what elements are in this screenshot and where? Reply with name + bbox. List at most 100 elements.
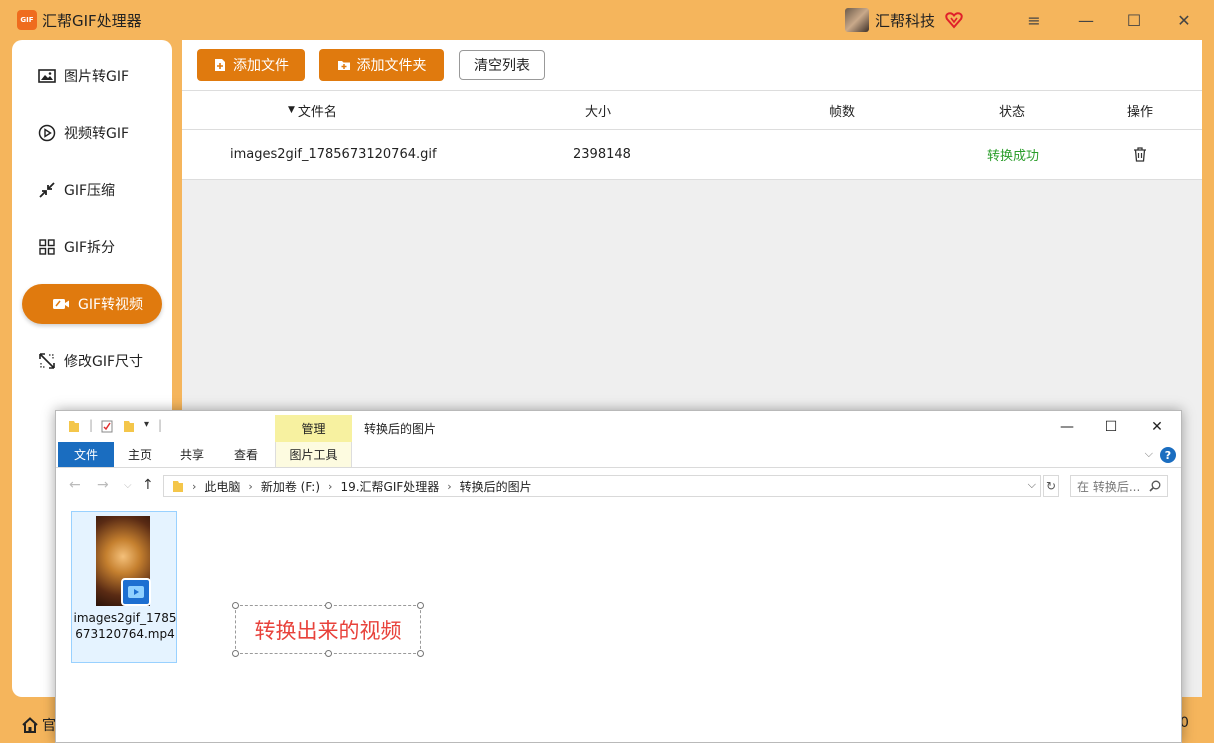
add-folder-label: 添加文件夹 [356, 58, 427, 74]
context-tab-group-manage: 管理 [275, 415, 352, 442]
sidebar-item-label: 修改GIF尺寸 [64, 354, 144, 370]
explorer-window: | ▾ | 管理 转换后的图片 — ☐ ✕ 文件 主页 共享 查看 图片工具 ⌵… [55, 410, 1182, 743]
properties-icon[interactable] [101, 420, 113, 433]
column-header-action: 操作 [1127, 104, 1154, 120]
grid-split-icon [39, 239, 55, 255]
toolbar: 添加文件 添加文件夹 清空列表 [182, 40, 1202, 90]
maximize-button[interactable]: ☐ [1122, 8, 1146, 32]
vip-heart-icon[interactable] [945, 11, 963, 29]
tab-picture-tools[interactable]: 图片工具 [275, 442, 352, 467]
folder-add-icon [337, 61, 350, 70]
minimize-button[interactable]: — [1074, 8, 1098, 32]
close-button[interactable]: ✕ [1172, 8, 1196, 32]
qa-separator: | [158, 418, 163, 432]
breadcrumb-separator: › [447, 479, 452, 493]
sidebar-item-gif-compress[interactable]: GIF压缩 [22, 170, 162, 210]
resize-handle[interactable] [325, 602, 332, 609]
breadcrumb-separator: › [248, 479, 253, 493]
search-input[interactable]: 在 转换后... [1070, 475, 1168, 497]
column-header-frames[interactable]: 帧数 [829, 91, 855, 129]
sidebar-item-image-to-gif[interactable]: 图片转GIF [22, 56, 162, 96]
help-icon[interactable]: ? [1160, 447, 1176, 463]
sidebar-item-video-to-gif[interactable]: 视频转GIF [22, 113, 162, 153]
app-logo: GIF [17, 10, 37, 30]
breadcrumb-item[interactable]: 新加卷 (F:) [261, 478, 320, 495]
address-dropdown-icon[interactable]: ⌵ [1028, 478, 1036, 492]
home-icon [22, 717, 38, 733]
play-circle-icon [38, 124, 56, 142]
column-header-name[interactable]: ▼ 文件名 [288, 91, 337, 129]
sidebar-item-gif-to-video[interactable]: GIF转视频 [22, 284, 162, 324]
column-name-label: 文件名 [297, 104, 337, 120]
sidebar-item-gif-split[interactable]: GIF拆分 [22, 227, 162, 267]
column-header-size[interactable]: 大小 [585, 91, 611, 129]
resize-handle[interactable] [417, 650, 424, 657]
column-header-status[interactable]: 状态 [999, 91, 1025, 129]
address-bar[interactable]: › 此电脑 › 新加卷 (F:) › 19.汇帮GIF处理器 › 转换后的图片 … [163, 475, 1041, 497]
annotation-textbox: 转换出来的视频 [232, 602, 424, 657]
new-folder-icon[interactable] [123, 420, 135, 433]
compress-icon [39, 182, 55, 198]
search-icon [1149, 480, 1161, 492]
explorer-minimize-button[interactable]: — [1057, 417, 1077, 437]
sidebar-item-label: 视频转GIF [64, 126, 130, 142]
sidebar-item-resize-gif[interactable]: 修改GIF尺寸 [22, 341, 162, 381]
sort-desc-icon: ▼ [288, 105, 295, 115]
video-player-icon [121, 578, 151, 606]
file-add-icon [215, 59, 225, 71]
resize-icon [39, 353, 55, 369]
recent-locations-icon[interactable]: ⌵ [124, 480, 132, 491]
app-titlebar: GIF 汇帮GIF处理器 汇帮科技 ≡ — ☐ ✕ [0, 0, 1214, 40]
resize-handle[interactable] [232, 650, 239, 657]
avatar[interactable] [845, 8, 869, 32]
file-size-cell: 2398148 [573, 147, 631, 162]
status-badge: 转换成功 [987, 149, 1040, 164]
user-name[interactable]: 汇帮科技 [875, 10, 935, 31]
video-icon [53, 299, 69, 309]
explorer-close-button[interactable]: ✕ [1147, 417, 1167, 437]
sidebar-item-label: GIF压缩 [64, 183, 116, 199]
tab-view[interactable]: 查看 [222, 442, 270, 467]
resize-handle[interactable] [232, 602, 239, 609]
up-arrow-icon[interactable]: ↑ [142, 477, 154, 493]
breadcrumb-item[interactable]: 转换后的图片 [460, 478, 532, 495]
tab-file[interactable]: 文件 [58, 442, 114, 467]
delete-button[interactable] [1133, 130, 1147, 179]
tab-home[interactable]: 主页 [116, 442, 164, 467]
file-name: images2gif_1785673120764.mp4 [73, 611, 177, 641]
forward-arrow-icon[interactable]: → [97, 477, 109, 493]
table-header: ▼ 文件名 大小 帧数 状态 操作 [182, 91, 1202, 130]
sidebar-item-label: GIF转视频 [78, 297, 144, 313]
resize-handle[interactable] [417, 602, 424, 609]
customize-qa-icon[interactable]: ▾ [144, 419, 149, 430]
expand-ribbon-icon[interactable]: ⌵ [1145, 447, 1153, 461]
back-arrow-icon[interactable]: ← [69, 477, 81, 493]
add-file-button[interactable]: 添加文件 [197, 49, 305, 81]
breadcrumb-item[interactable]: 此电脑 [204, 478, 240, 495]
clear-list-button[interactable]: 清空列表 [459, 50, 545, 80]
file-table: ▼ 文件名 大小 帧数 状态 操作 images2gif_178567312076… [182, 90, 1202, 180]
table-row[interactable]: images2gif_1785673120764.gif 2398148 转换成… [182, 130, 1202, 180]
tab-share[interactable]: 共享 [168, 442, 216, 467]
breadcrumb-separator: › [328, 479, 333, 493]
trash-icon [1134, 147, 1146, 162]
sidebar-item-label: 图片转GIF [64, 69, 130, 85]
resize-handle[interactable] [325, 650, 332, 657]
sidebar-item-label: GIF拆分 [64, 240, 116, 256]
explorer-window-title: 转换后的图片 [364, 422, 437, 436]
image-icon [38, 69, 56, 83]
add-folder-button[interactable]: 添加文件夹 [319, 49, 444, 81]
breadcrumb-item[interactable]: 19.汇帮GIF处理器 [340, 478, 439, 495]
refresh-icon[interactable]: ↻ [1043, 475, 1059, 497]
navigation-bar: ← → ⌵ ↑ › 此电脑 › 新加卷 (F:) › 19.汇帮GIF处理器 ›… [56, 471, 1181, 501]
explorer-titlebar: | ▾ | 管理 转换后的图片 — ☐ ✕ [56, 411, 1181, 442]
add-file-label: 添加文件 [233, 58, 289, 74]
breadcrumb-separator: › [192, 479, 197, 493]
app-title: 汇帮GIF处理器 [42, 12, 142, 30]
file-item[interactable]: images2gif_1785673120764.mp4 [71, 511, 177, 663]
explorer-maximize-button[interactable]: ☐ [1101, 417, 1121, 437]
menu-icon[interactable]: ≡ [1022, 8, 1046, 32]
home-link[interactable]: 官 [22, 715, 56, 735]
ribbon-tabs: 文件 主页 共享 查看 图片工具 ⌵ ? [56, 442, 1181, 468]
qa-separator: | [89, 418, 94, 432]
